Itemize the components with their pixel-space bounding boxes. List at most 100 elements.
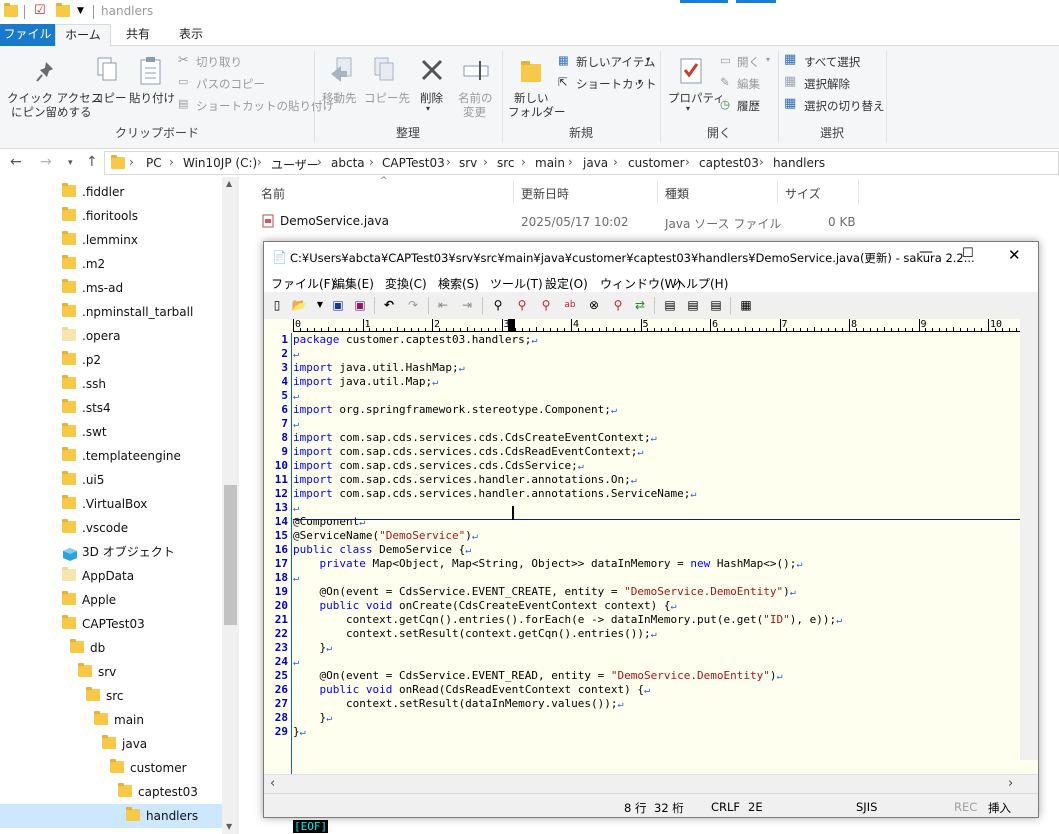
column-header-type[interactable]: 種類 bbox=[665, 185, 689, 202]
settings-icon[interactable]: ▦ bbox=[738, 297, 754, 313]
code-line[interactable]: import com.sap.cds.services.cds.CdsServi… bbox=[293, 459, 584, 473]
code-line[interactable]: private Map<Object, Map<String, Object>>… bbox=[293, 557, 803, 571]
scroll-left-icon[interactable]: ‹ bbox=[270, 776, 275, 791]
code-line[interactable]: }↵ bbox=[293, 641, 332, 655]
invert-selection-button[interactable]: ▦ 選択の切り替え bbox=[784, 96, 885, 115]
code-line[interactable]: context.setResult(dataInMemory.values())… bbox=[293, 697, 624, 711]
code-line[interactable]: context.getCqn().entries().forEach(e -> … bbox=[293, 613, 842, 627]
move-to-button[interactable]: 移動先 bbox=[320, 52, 362, 112]
code-line[interactable]: ↵ bbox=[293, 347, 299, 361]
code-line[interactable]: public void onCreate(CdsCreateEventConte… bbox=[293, 599, 677, 613]
code-line[interactable]: import java.util.Map;↵ bbox=[293, 375, 438, 389]
editor-vertical-scrollbar[interactable] bbox=[1020, 319, 1038, 760]
bracket-jump-icon[interactable]: ⇄ bbox=[632, 297, 648, 313]
menu-edit[interactable]: 編集(E) bbox=[333, 275, 374, 292]
tab-home[interactable]: ホーム bbox=[55, 24, 111, 47]
breadcrumb-captest03[interactable]: CAPTest03 bbox=[382, 156, 445, 170]
code-line[interactable]: import com.sap.cds.services.handler.anno… bbox=[293, 487, 696, 501]
code-line[interactable]: }↵ bbox=[293, 725, 306, 739]
tag-jump-icon[interactable]: ▤ bbox=[685, 297, 701, 313]
code-line[interactable]: import org.springframework.stereotype.Co… bbox=[293, 403, 617, 417]
grep-icon[interactable]: ⚲ bbox=[610, 297, 626, 313]
column-header-modified[interactable]: 更新日時 bbox=[521, 185, 569, 202]
close-icon[interactable]: ✕ bbox=[1008, 246, 1021, 264]
new-item-button[interactable]: ▦ 新しいアイテム ▾ bbox=[558, 53, 658, 71]
code-line[interactable]: context.setResult(context.getCqn().entri… bbox=[293, 627, 657, 641]
cut-button[interactable]: ✂ 切り取り bbox=[178, 53, 308, 71]
history-button[interactable]: ◷ 履歴 bbox=[720, 97, 776, 115]
code-line[interactable]: }↵ bbox=[293, 711, 332, 725]
code-line[interactable]: @Component↵ bbox=[293, 515, 365, 529]
breadcrumb-main[interactable]: main bbox=[535, 156, 565, 170]
code-line[interactable]: ↵ bbox=[293, 571, 299, 585]
recent-chevron-icon[interactable]: ▾ bbox=[68, 158, 73, 168]
code-line[interactable]: @ServiceName("DemoService")↵ bbox=[293, 529, 478, 543]
editor-horizontal-scrollbar[interactable]: ‹ › bbox=[264, 774, 1038, 792]
properties-checkbox-icon[interactable]: ☑ bbox=[34, 3, 46, 18]
outline-icon[interactable]: ▤ bbox=[708, 297, 724, 313]
scroll-down-icon[interactable]: ▼ bbox=[226, 822, 232, 831]
menu-window[interactable]: ウィンドウ(W) bbox=[600, 275, 681, 292]
tab-share[interactable]: 共有 bbox=[113, 24, 163, 46]
menu-help[interactable]: ヘルプ(H) bbox=[674, 275, 728, 292]
scroll-right-icon[interactable]: › bbox=[1008, 776, 1013, 791]
search-next-icon[interactable]: ⚲ bbox=[514, 297, 530, 313]
nav-scroll-thumb[interactable] bbox=[224, 485, 237, 625]
code-line[interactable]: ↵ bbox=[293, 389, 299, 403]
properties-button[interactable]: プロパティ ▾ bbox=[664, 52, 725, 118]
back-arrow-icon[interactable]: ← bbox=[10, 154, 22, 170]
forward-arrow-icon[interactable]: → bbox=[40, 154, 52, 170]
open-button[interactable]: ▭ 開く ▾ bbox=[720, 53, 776, 71]
code-line[interactable]: @On(event = CdsService.EVENT_CREATE, ent… bbox=[293, 585, 795, 599]
menu-file[interactable]: ファイル(F) bbox=[271, 275, 335, 292]
chevron-down-icon[interactable]: ▼ bbox=[312, 297, 328, 313]
editor-area[interactable]: 0 1 2 3 4 5 6 7 8 9 10 1 2 3 4 5 6 7 8 9 10 11 12 13 14 15 16 17 18… bbox=[264, 319, 1038, 833]
delete-button[interactable]: 削除 ▾ bbox=[414, 52, 450, 113]
code-line[interactable]: ↵ bbox=[293, 655, 299, 669]
new-file-icon[interactable]: ▯ bbox=[269, 297, 285, 313]
breadcrumb-pc[interactable]: PC bbox=[146, 156, 162, 170]
search-prev-icon[interactable]: ⚲ bbox=[538, 297, 554, 313]
edit-button[interactable]: ✎ 編集 bbox=[720, 75, 776, 93]
status-insert-mode[interactable]: 挿入 bbox=[988, 800, 1011, 816]
breadcrumb-src[interactable]: src bbox=[497, 156, 515, 170]
rename-button[interactable]: 名前の 変更 bbox=[454, 52, 496, 119]
maximize-icon[interactable]: ☐ bbox=[962, 246, 974, 261]
save-all-icon[interactable]: ▣ bbox=[352, 297, 368, 313]
copy-path-button[interactable]: ▭ パスのコピー bbox=[178, 75, 308, 93]
save-icon[interactable]: ▣ bbox=[330, 297, 346, 313]
up-arrow-icon[interactable]: ↑ bbox=[86, 154, 98, 170]
table-row[interactable]: DemoService.java 2025/05/17 10:02 Java ソ… bbox=[240, 209, 860, 233]
open-file-icon[interactable]: 📂 bbox=[291, 297, 307, 313]
code-line[interactable]: import java.util.HashMap;↵ bbox=[293, 361, 465, 375]
breadcrumb-srv[interactable]: srv bbox=[459, 156, 477, 170]
code-line[interactable]: package customer.captest03.handlers;↵ bbox=[293, 333, 537, 347]
pin-quick-access-button[interactable]: クイック アクセス にピン留めする bbox=[5, 52, 102, 119]
breadcrumb-captest03-pkg[interactable]: captest03 bbox=[699, 156, 759, 170]
code-line[interactable]: public class DemoService {↵ bbox=[293, 543, 471, 557]
code-line[interactable]: import com.sap.cds.services.handler.anno… bbox=[293, 473, 637, 487]
search-icon[interactable]: ⚲ bbox=[490, 297, 506, 313]
menu-search[interactable]: 検索(S) bbox=[438, 275, 479, 292]
undo-icon[interactable]: ↶ bbox=[381, 297, 397, 313]
breadcrumb-handlers[interactable]: handlers bbox=[773, 156, 825, 170]
new-folder-button[interactable]: 新しい フォルダー bbox=[506, 52, 566, 119]
code-line[interactable]: ↵ bbox=[293, 417, 299, 431]
code-line[interactable]: import com.sap.cds.services.cds.CdsReadE… bbox=[293, 445, 643, 459]
breadcrumb-drive[interactable]: Win10JP (C:) bbox=[183, 156, 257, 170]
paste-shortcut-button[interactable]: ▤ ショートカットの貼り付け bbox=[178, 97, 334, 115]
code-line[interactable]: ↵ bbox=[293, 501, 299, 515]
tab-file[interactable]: ファイル bbox=[0, 24, 55, 46]
scroll-up-icon[interactable]: ▲ bbox=[226, 179, 232, 188]
column-header-name[interactable]: 名前 bbox=[261, 185, 285, 202]
code-line[interactable]: import com.sap.cds.services.cds.CdsCreat… bbox=[293, 431, 657, 445]
compare-icon[interactable]: ▤ bbox=[662, 297, 678, 313]
status-encoding[interactable]: SJIS bbox=[856, 800, 877, 814]
column-header-size[interactable]: サイズ bbox=[785, 185, 821, 202]
select-all-button[interactable]: ▦ すべて選択 bbox=[784, 52, 884, 71]
replace-icon[interactable]: ab bbox=[562, 297, 578, 313]
minimize-icon[interactable]: — bbox=[919, 244, 933, 260]
mark-clear-icon[interactable]: ⊗ bbox=[586, 297, 602, 313]
jump-back-icon[interactable]: ⇤ bbox=[435, 297, 451, 313]
breadcrumb-customer[interactable]: customer bbox=[628, 156, 685, 170]
